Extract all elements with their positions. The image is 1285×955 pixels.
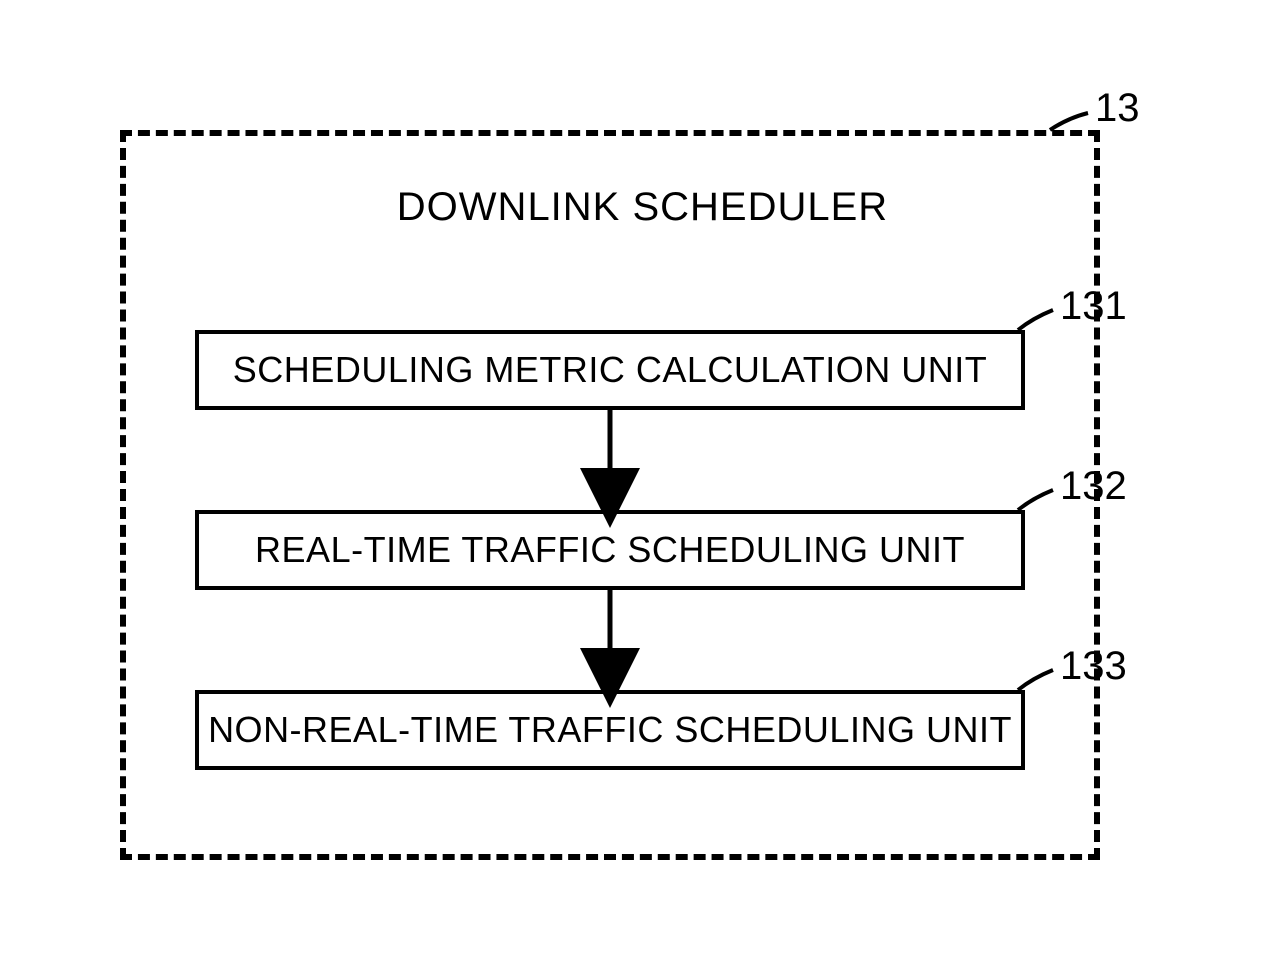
diagram-title: DOWNLINK SCHEDULER [0,185,1285,230]
reference-number-13: 13 [1095,86,1140,131]
diagram-canvas: DOWNLINK SCHEDULER SCHEDULING METRIC CAL… [0,0,1285,955]
block-non-real-time-traffic-scheduling-unit: NON-REAL-TIME TRAFFIC SCHEDULING UNIT [195,690,1025,770]
block-label: REAL-TIME TRAFFIC SCHEDULING UNIT [255,529,965,571]
block-real-time-traffic-scheduling-unit: REAL-TIME TRAFFIC SCHEDULING UNIT [195,510,1025,590]
block-scheduling-metric-calculation-unit: SCHEDULING METRIC CALCULATION UNIT [195,330,1025,410]
reference-number-131: 131 [1060,284,1127,329]
reference-number-133: 133 [1060,644,1127,689]
block-label: NON-REAL-TIME TRAFFIC SCHEDULING UNIT [208,709,1012,751]
reference-number-132: 132 [1060,464,1127,509]
block-label: SCHEDULING METRIC CALCULATION UNIT [233,349,987,391]
